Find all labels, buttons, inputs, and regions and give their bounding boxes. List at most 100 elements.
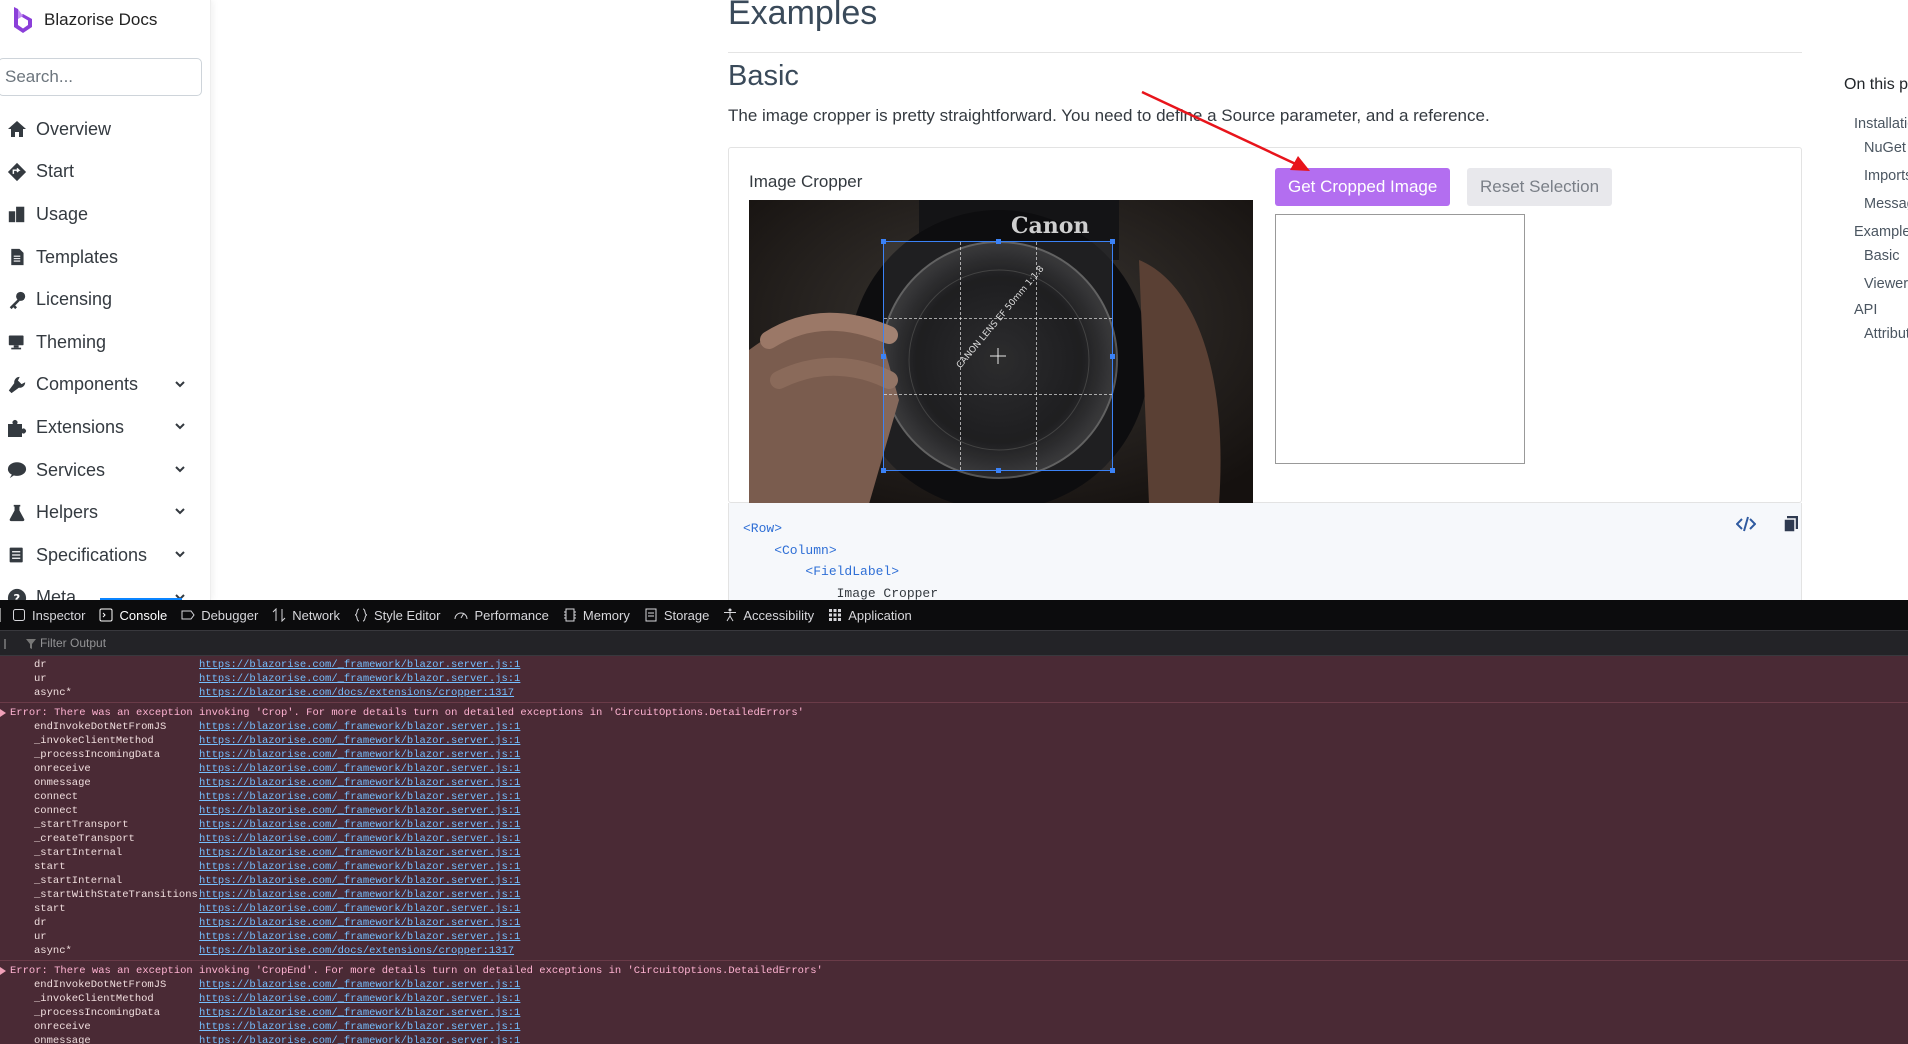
- stack-frame-link[interactable]: https://blazorise.com/_framework/blazor.…: [199, 1006, 520, 1020]
- stack-frame-link[interactable]: https://blazorise.com/_framework/blazor.…: [199, 776, 520, 790]
- sidebar-item-helpers[interactable]: Helpers: [0, 491, 210, 534]
- toc-item-nuget[interactable]: NuGet: [1864, 140, 1906, 156]
- stack-frame-link[interactable]: https://blazorise.com/_framework/blazor.…: [199, 734, 520, 748]
- sidebar-item-components[interactable]: Components: [0, 364, 210, 407]
- crop-handle[interactable]: [881, 354, 886, 359]
- filter-bar[interactable]: Filter Output: [0, 631, 1908, 656]
- stack-frame-link[interactable]: https://blazorise.com/_framework/blazor.…: [199, 762, 520, 776]
- devtools-tab-inspector[interactable]: Inspector: [5, 600, 92, 630]
- stack-frame-link[interactable]: https://blazorise.com/_framework/blazor.…: [199, 1020, 520, 1034]
- devtools-tab-application[interactable]: Application: [821, 600, 919, 630]
- sidebar-item-overview[interactable]: Overview: [0, 108, 210, 151]
- crop-handle[interactable]: [996, 468, 1001, 473]
- sidebar-item-theming[interactable]: Theming: [0, 321, 210, 364]
- camera-brand-text: Canon: [1011, 213, 1089, 239]
- chevron-down-icon[interactable]: [172, 503, 188, 519]
- stack-frame-function: _invokeClientMethod: [34, 735, 154, 747]
- stack-frame-link[interactable]: https://blazorise.com/_framework/blazor.…: [199, 888, 520, 902]
- sidebar-item-label: Meta: [36, 587, 77, 600]
- sidebar-item-meta[interactable]: ? Meta: [0, 577, 210, 600]
- stack-frame-function: dr: [34, 659, 47, 671]
- devtools-tab-style-editor[interactable]: Style Editor: [347, 600, 447, 630]
- search-input[interactable]: [0, 58, 202, 96]
- sidebar-item-licensing[interactable]: Licensing: [0, 278, 210, 321]
- devtools-tab-console[interactable]: Console: [92, 600, 174, 630]
- reset-selection-button[interactable]: Reset Selection: [1467, 168, 1613, 206]
- devtools-tab-debugger[interactable]: Debugger: [174, 600, 265, 630]
- crop-handle[interactable]: [881, 468, 886, 473]
- sidebar-item-start[interactable]: Start: [0, 151, 210, 194]
- stack-frame-link[interactable]: https://blazorise.com/_framework/blazor.…: [199, 818, 520, 832]
- toc-item-imports[interactable]: Imports: [1864, 168, 1908, 184]
- stack-frame-link[interactable]: https://blazorise.com/_framework/blazor.…: [199, 846, 520, 860]
- stack-frame-function: ur: [34, 673, 47, 685]
- toc-item-api[interactable]: API: [1854, 302, 1877, 318]
- crop-handle[interactable]: [996, 239, 1001, 244]
- filter-input[interactable]: Filter Output: [40, 636, 106, 650]
- stack-frame-function: _startInternal: [34, 875, 123, 887]
- stack-frame-link[interactable]: https://blazorise.com/docs/extensions/cr…: [199, 686, 514, 700]
- desktop-icon: [6, 331, 28, 353]
- chevron-down-icon[interactable]: [172, 376, 188, 392]
- stack-frame-link[interactable]: https://blazorise.com/_framework/blazor.…: [199, 978, 520, 992]
- stack-frame-link[interactable]: https://blazorise.com/_framework/blazor.…: [199, 748, 520, 762]
- crop-grid-line: [960, 242, 961, 470]
- code-toggle-icon[interactable]: [1736, 515, 1756, 533]
- stack-frame-link[interactable]: https://blazorise.com/_framework/blazor.…: [199, 672, 520, 686]
- toc-item-attributes[interactable]: Attributes: [1864, 326, 1908, 342]
- toc-item-basic[interactable]: Basic: [1864, 248, 1899, 264]
- trash-icon[interactable]: [4, 638, 14, 650]
- stack-frame-link[interactable]: https://blazorise.com/_framework/blazor.…: [199, 658, 520, 672]
- crop-handle[interactable]: [881, 239, 886, 244]
- sidebar-item-specifications[interactable]: Specifications: [0, 534, 210, 577]
- toc-item-examples[interactable]: Examples: [1854, 224, 1908, 240]
- stack-frame-link[interactable]: https://blazorise.com/_framework/blazor.…: [199, 916, 520, 930]
- image-cropper[interactable]: Canon CANON LENS EF 50mm 1:1.8: [749, 200, 1253, 504]
- stack-frame-link[interactable]: https://blazorise.com/_framework/blazor.…: [199, 1034, 520, 1044]
- stack-frame-link[interactable]: https://blazorise.com/_framework/blazor.…: [199, 874, 520, 888]
- stack-frame-function: start: [34, 861, 66, 873]
- copy-icon[interactable]: [1781, 515, 1801, 533]
- sidebar-item-services[interactable]: Services: [0, 449, 210, 492]
- field-label: Image Cropper: [749, 172, 863, 191]
- expand-triangle-icon[interactable]: [0, 964, 6, 980]
- stack-frame-link[interactable]: https://blazorise.com/_framework/blazor.…: [199, 790, 520, 804]
- stack-frame-function: onreceive: [34, 763, 91, 775]
- sidebar-item-extensions[interactable]: Extensions: [0, 406, 210, 449]
- chevron-down-icon[interactable]: [172, 418, 188, 434]
- crop-selection[interactable]: [881, 239, 1115, 473]
- devtools-tab-label: Performance: [474, 607, 549, 623]
- devtools-tab-memory[interactable]: Memory: [556, 600, 637, 630]
- sidebar-item-templates[interactable]: Templates: [0, 236, 210, 279]
- sidebar-item-label: Specifications: [36, 544, 148, 565]
- stack-frame-link[interactable]: https://blazorise.com/docs/extensions/cr…: [199, 944, 514, 958]
- devtools-tab-network[interactable]: Network: [265, 600, 347, 630]
- toc-item-viewer[interactable]: Viewer: [1864, 276, 1908, 292]
- crop-handle[interactable]: [1110, 468, 1115, 473]
- expand-triangle-icon[interactable]: [0, 706, 6, 722]
- stack-frame-link[interactable]: https://blazorise.com/_framework/blazor.…: [199, 832, 520, 846]
- devtools-tab-performance[interactable]: Performance: [447, 600, 555, 630]
- question-icon: ?: [6, 587, 28, 600]
- performance-icon: [454, 608, 468, 622]
- stack-frame-link[interactable]: https://blazorise.com/_framework/blazor.…: [199, 720, 520, 734]
- chevron-down-icon[interactable]: [172, 546, 188, 562]
- stack-frame-link[interactable]: https://blazorise.com/_framework/blazor.…: [199, 992, 520, 1006]
- devtools-tab-label: Console: [119, 607, 168, 623]
- file-icon: [6, 246, 28, 268]
- chevron-down-icon[interactable]: [172, 461, 188, 477]
- stack-frame-link[interactable]: https://blazorise.com/_framework/blazor.…: [199, 930, 520, 944]
- devtools-tab-label: Style Editor: [373, 607, 441, 623]
- toc-item-messages[interactable]: Messages: [1864, 196, 1908, 212]
- stack-frame-function: _invokeClientMethod: [34, 993, 154, 1005]
- toc-item-installation[interactable]: Installation: [1854, 116, 1908, 132]
- crop-handle[interactable]: [1110, 354, 1115, 359]
- devtools-tab-storage[interactable]: Storage: [637, 600, 717, 630]
- sidebar-item-usage[interactable]: Usage: [0, 193, 210, 236]
- brand[interactable]: Blazorise Docs: [10, 4, 157, 36]
- devtools-tab-accessibility[interactable]: Accessibility: [716, 600, 821, 630]
- stack-frame-link[interactable]: https://blazorise.com/_framework/blazor.…: [199, 804, 520, 818]
- stack-frame-link[interactable]: https://blazorise.com/_framework/blazor.…: [199, 902, 520, 916]
- stack-frame-link[interactable]: https://blazorise.com/_framework/blazor.…: [199, 860, 520, 874]
- crop-handle[interactable]: [1110, 239, 1115, 244]
